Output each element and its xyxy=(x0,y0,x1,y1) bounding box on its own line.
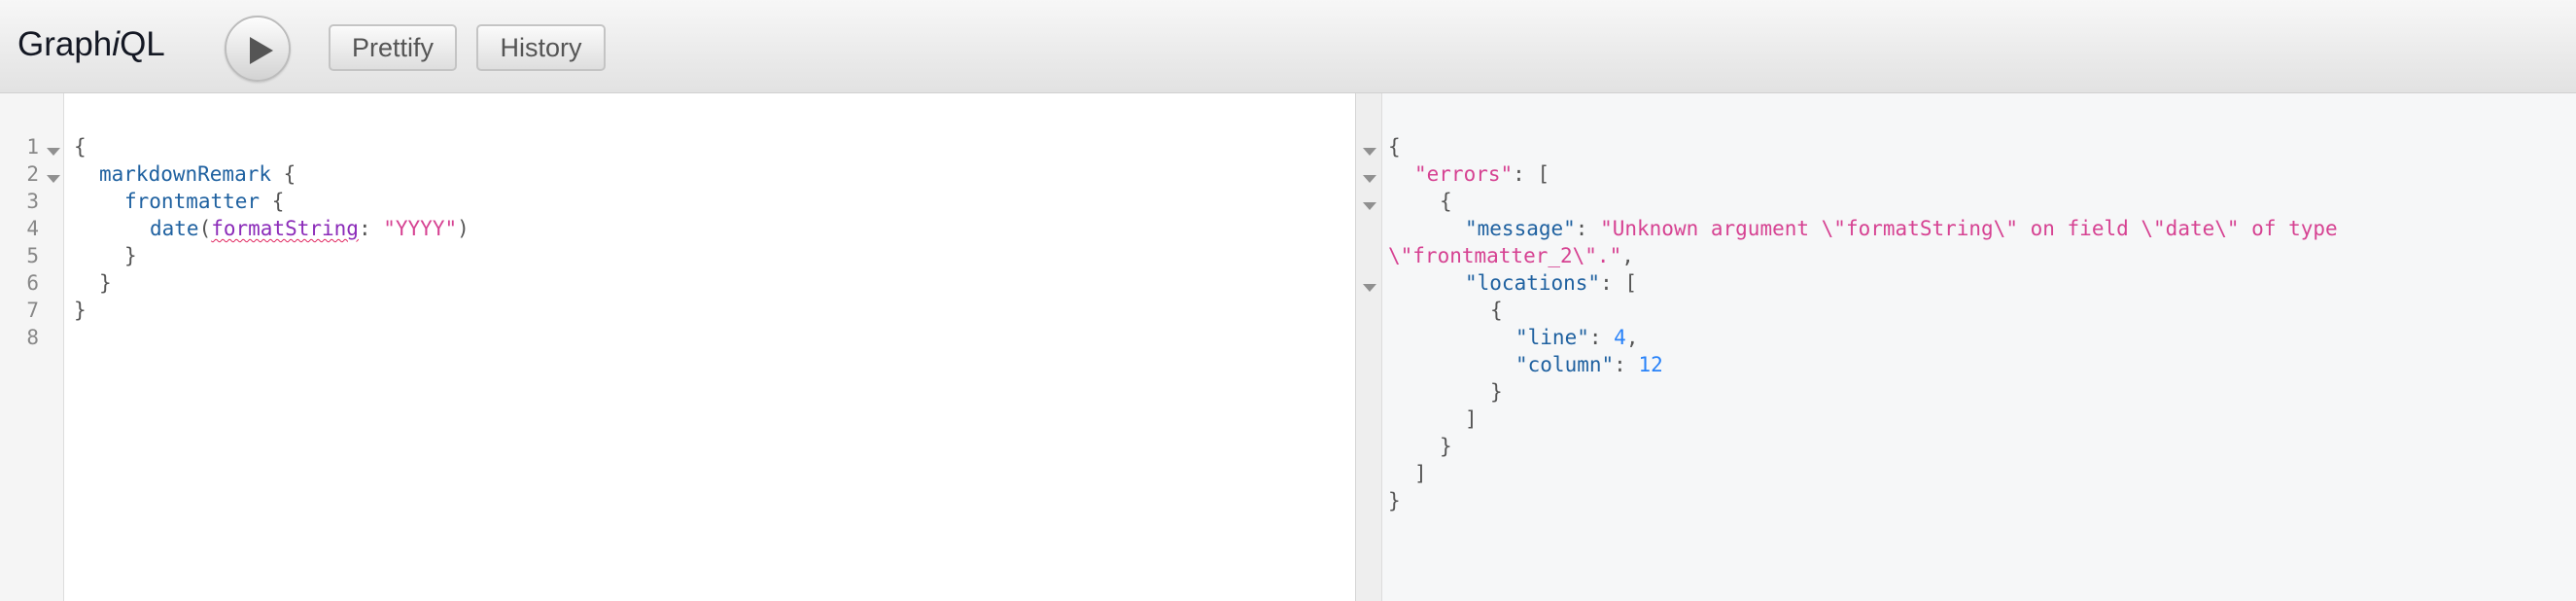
code-line-2: markdownRemark { xyxy=(99,162,296,186)
graphiql-app: GraphiQL Prettify History 1 2 3 4 5 6 7 … xyxy=(0,0,2576,601)
result-line: { xyxy=(1440,190,1452,213)
top-bar: GraphiQL Prettify History xyxy=(0,0,2576,93)
result-line: } xyxy=(1388,489,1401,513)
result-line: "line": 4, xyxy=(1515,326,1639,349)
fold-toggle-icon[interactable] xyxy=(1363,148,1376,156)
result-line: } xyxy=(1440,435,1452,458)
code-line-3: frontmatter { xyxy=(124,190,285,213)
line-number: 8 xyxy=(26,326,39,349)
line-number: 6 xyxy=(26,271,39,295)
result-line: ] xyxy=(1465,407,1478,431)
fold-toggle-icon[interactable] xyxy=(1363,202,1376,210)
result-line: ] xyxy=(1414,462,1427,485)
line-number: 7 xyxy=(26,299,39,322)
result-line: "locations": [ xyxy=(1465,271,1638,295)
app-title: GraphiQL xyxy=(17,25,165,63)
result-line: } xyxy=(1490,380,1503,404)
code-line-4: date(formatString: "YYYY") xyxy=(150,217,470,240)
error-argument: formatString xyxy=(211,217,359,240)
result-line: "message": "Unknown argument \"formatStr… xyxy=(1465,217,2338,240)
line-number: 2 xyxy=(26,162,39,186)
query-gutter: 1 2 3 4 5 6 7 8 xyxy=(0,93,64,601)
result-line: "errors": [ xyxy=(1414,162,1550,186)
line-number: 4 xyxy=(26,217,39,240)
query-editor[interactable]: 1 2 3 4 5 6 7 8 { markdownRemark { front… xyxy=(0,93,1355,601)
code-line-7: } xyxy=(74,299,87,322)
result-line: { xyxy=(1388,135,1401,159)
code-line-6: } xyxy=(99,271,112,295)
play-icon xyxy=(250,37,273,64)
code-line-5: } xyxy=(124,244,137,267)
fold-toggle-icon[interactable] xyxy=(47,175,60,183)
fold-toggle-icon[interactable] xyxy=(47,148,60,156)
result-line: \"frontmatter_2\".", xyxy=(1388,244,1634,267)
prettify-button[interactable]: Prettify xyxy=(329,24,457,71)
history-button[interactable]: History xyxy=(476,24,606,71)
execute-query-button[interactable] xyxy=(225,16,291,82)
line-number: 5 xyxy=(26,244,39,267)
code-line-1: { xyxy=(74,135,87,159)
line-number: 3 xyxy=(26,190,39,213)
fold-toggle-icon[interactable] xyxy=(1363,284,1376,292)
pane-divider[interactable] xyxy=(1355,93,1382,601)
result-line: { xyxy=(1490,299,1503,322)
line-number: 1 xyxy=(26,135,39,159)
result-line: "column": 12 xyxy=(1515,353,1663,376)
fold-toggle-icon[interactable] xyxy=(1363,175,1376,183)
